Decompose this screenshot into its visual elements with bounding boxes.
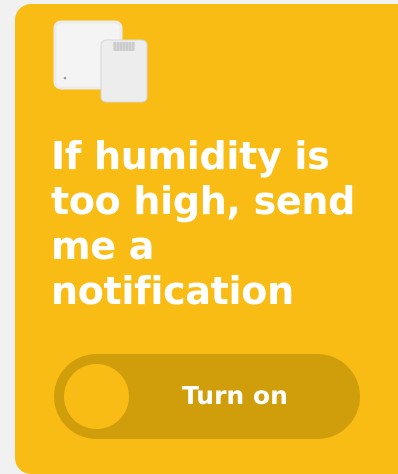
humidity-sensor-device-icon bbox=[53, 20, 148, 103]
applet-title: If humidity is too high, send me a notif… bbox=[51, 134, 356, 313]
turn-on-toggle[interactable]: Turn on bbox=[54, 354, 360, 439]
toggle-label: Turn on bbox=[182, 381, 288, 410]
toggle-knob[interactable] bbox=[64, 364, 129, 429]
applet-card[interactable]: If humidity is too high, send me a notif… bbox=[15, 4, 398, 474]
